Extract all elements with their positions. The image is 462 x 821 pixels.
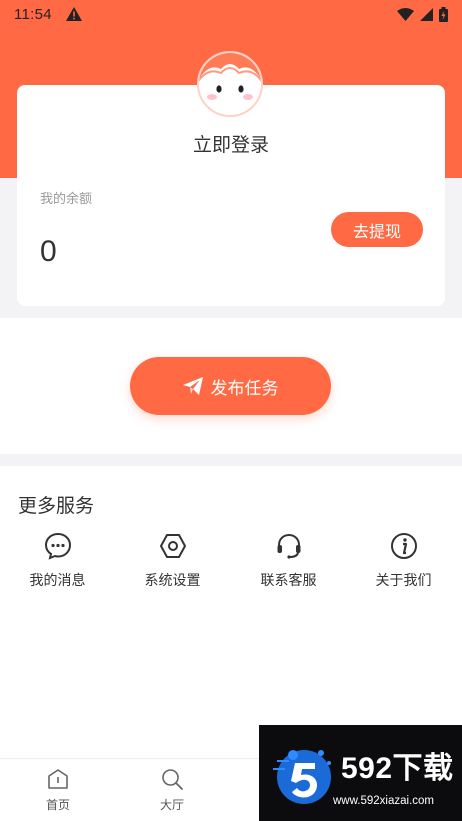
watermark-logo-icon bbox=[273, 750, 331, 804]
service-label: 联系客服 bbox=[260, 573, 317, 589]
home-icon bbox=[48, 769, 68, 789]
publish-task-label: 发布任务 bbox=[210, 378, 279, 399]
login-link[interactable]: 立即登录 bbox=[0, 130, 462, 157]
service-my-messages[interactable]: 我的消息 bbox=[0, 532, 115, 602]
withdraw-button[interactable]: 去提现 bbox=[331, 212, 423, 247]
service-system-settings[interactable]: 系统设置 bbox=[115, 532, 230, 602]
wifi-icon bbox=[397, 7, 414, 21]
nav-item-hall[interactable]: 大厅 bbox=[132, 767, 212, 813]
chat-bubble-icon bbox=[44, 532, 71, 560]
withdraw-button-label: 去提现 bbox=[352, 221, 401, 241]
nav-label: 首页 bbox=[45, 798, 70, 812]
avatar-mascot-icon bbox=[199, 53, 261, 115]
status-bar: 11:54 bbox=[0, 0, 462, 28]
search-icon bbox=[162, 769, 183, 790]
service-label: 系统设置 bbox=[144, 573, 201, 589]
watermark-title: 592下载 bbox=[341, 752, 454, 785]
nav-label: 大厅 bbox=[159, 798, 184, 812]
warning-icon bbox=[65, 7, 82, 21]
balance-value: 0 bbox=[40, 235, 57, 268]
avatar[interactable] bbox=[197, 51, 263, 117]
publish-task-button[interactable]: 发布任务 bbox=[130, 357, 331, 415]
service-label: 我的消息 bbox=[29, 573, 86, 589]
publish-section: 发布任务 bbox=[0, 318, 462, 454]
nav-item-home[interactable]: 首页 bbox=[18, 767, 98, 813]
info-icon bbox=[390, 533, 417, 559]
services-section: 更多服务 我的消息 系统设置 联系客服 关于我们 bbox=[0, 466, 462, 758]
service-contact-support[interactable]: 联系客服 bbox=[231, 532, 346, 602]
watermark-url: www.592xiazai.com bbox=[333, 795, 434, 807]
paper-plane-icon bbox=[182, 377, 203, 395]
headset-icon bbox=[277, 533, 300, 559]
signal-icon bbox=[420, 7, 433, 21]
service-label: 关于我们 bbox=[375, 573, 432, 589]
battery-icon bbox=[439, 6, 448, 22]
services-title: 更多服务 bbox=[18, 495, 95, 517]
settings-hex-icon bbox=[159, 534, 186, 558]
service-about-us[interactable]: 关于我们 bbox=[346, 532, 461, 602]
status-time: 11:54 bbox=[14, 5, 52, 23]
balance-label: 我的余额 bbox=[40, 192, 93, 207]
watermark-overlay: 592下载 www.592xiazai.com bbox=[259, 725, 462, 821]
